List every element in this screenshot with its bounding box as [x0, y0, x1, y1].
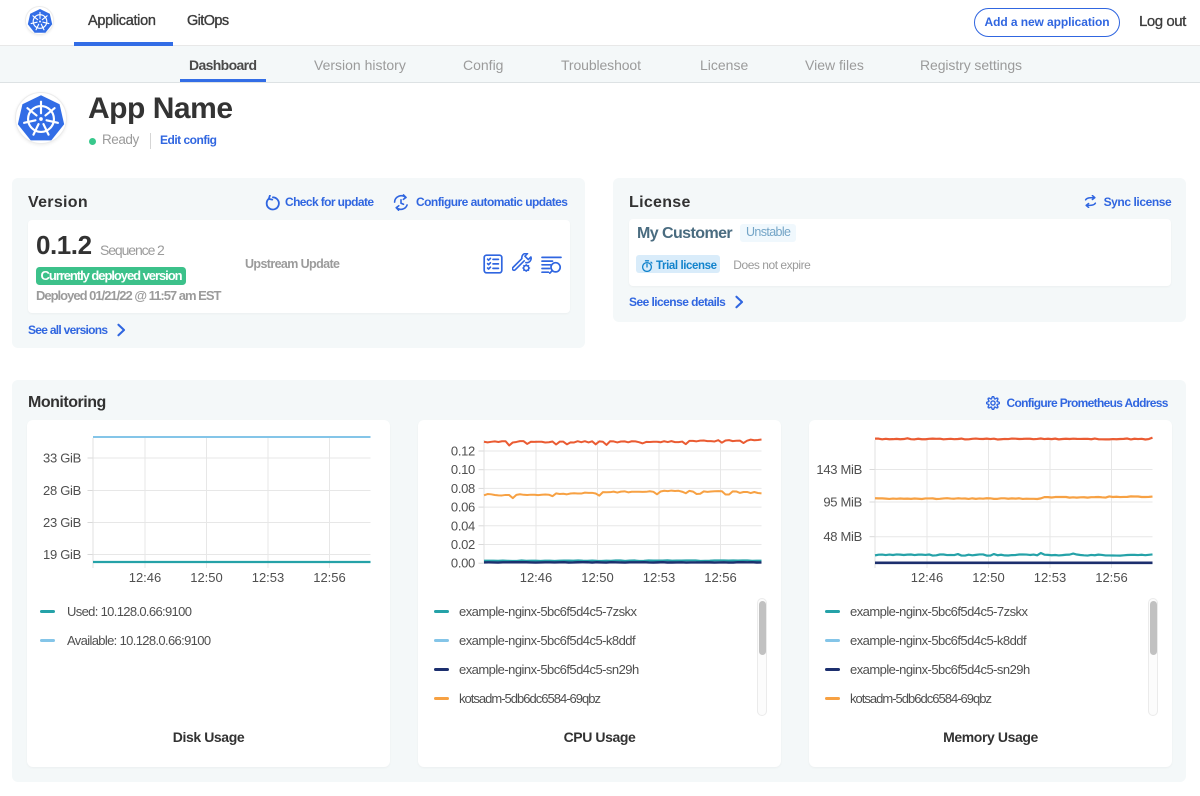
svg-text:12:53: 12:53	[643, 570, 676, 585]
svg-text:12:50: 12:50	[190, 570, 223, 585]
svg-text:0.06: 0.06	[451, 500, 475, 515]
svg-text:0.08: 0.08	[451, 481, 475, 496]
svg-text:28 GiB: 28 GiB	[43, 483, 81, 498]
svg-text:12:56: 12:56	[704, 570, 737, 585]
svg-text:143 MiB: 143 MiB	[816, 462, 862, 477]
svg-text:33 GiB: 33 GiB	[43, 451, 81, 466]
svg-text:19 GiB: 19 GiB	[43, 547, 81, 562]
svg-text:12:56: 12:56	[1095, 570, 1128, 585]
svg-text:0.12: 0.12	[451, 444, 475, 459]
svg-text:0.00: 0.00	[451, 556, 475, 571]
svg-text:23 GiB: 23 GiB	[43, 515, 81, 530]
svg-text:12:53: 12:53	[1034, 570, 1067, 585]
svg-text:0.02: 0.02	[451, 537, 475, 552]
svg-text:0.10: 0.10	[451, 462, 475, 477]
svg-text:0.04: 0.04	[451, 518, 475, 533]
svg-text:12:46: 12:46	[520, 570, 553, 585]
svg-text:12:46: 12:46	[911, 570, 944, 585]
svg-text:12:50: 12:50	[972, 570, 1005, 585]
svg-text:12:56: 12:56	[313, 570, 346, 585]
svg-text:48 MiB: 48 MiB	[823, 529, 862, 544]
svg-text:95 MiB: 95 MiB	[823, 495, 862, 510]
svg-text:12:46: 12:46	[129, 570, 162, 585]
svg-text:12:53: 12:53	[252, 570, 285, 585]
svg-text:12:50: 12:50	[581, 570, 614, 585]
